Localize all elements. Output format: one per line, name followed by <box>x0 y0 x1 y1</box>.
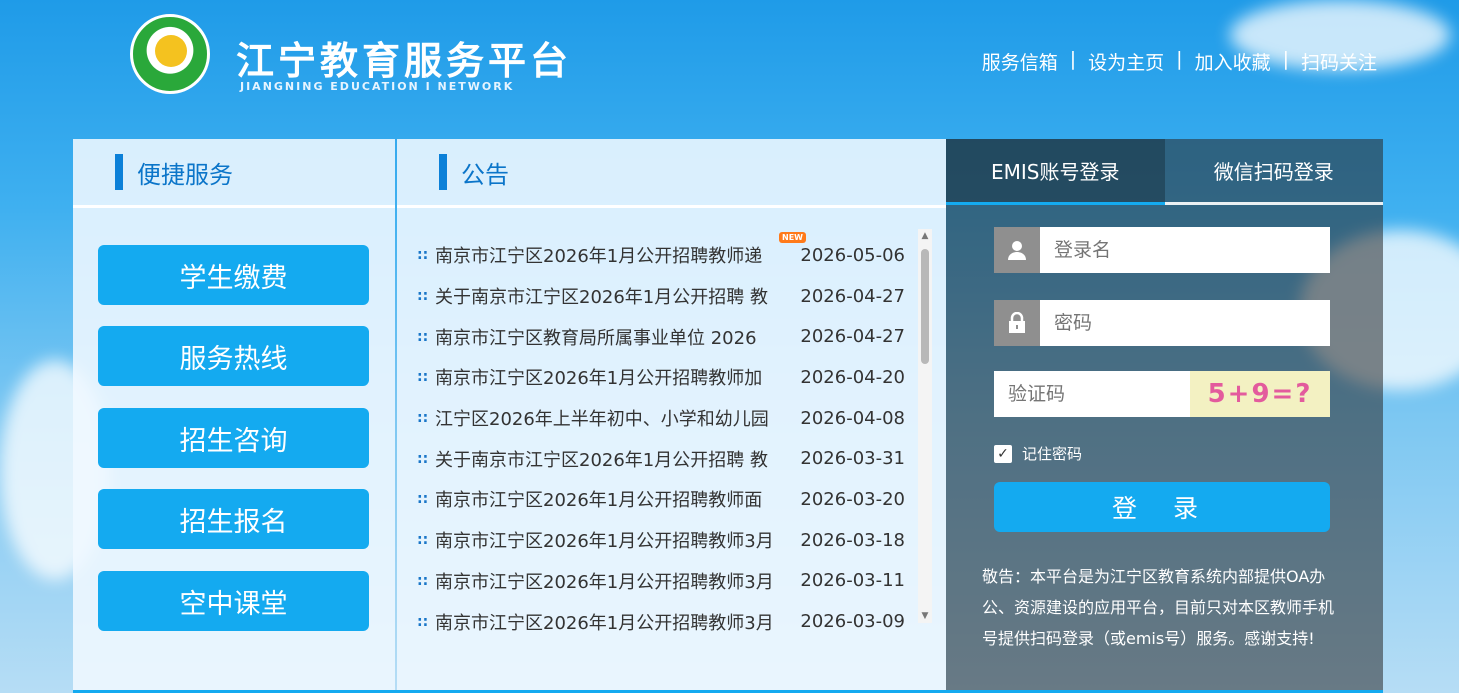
username-field <box>994 226 1330 274</box>
site-subtitle: JIANGNING EDUCATION I NETWORK <box>240 80 515 93</box>
announcement-title[interactable]: 关于南京市江宁区2026年1月公开招聘 教 <box>435 446 795 472</box>
list-item[interactable]: :: 南京市江宁区2026年1月公开招聘教师加 2026-04-20 <box>417 357 905 398</box>
remember-label: 记住密码 <box>1022 445 1083 463</box>
username-input[interactable] <box>1040 226 1296 274</box>
bullet-icon: :: <box>417 450 429 467</box>
scroll-down-icon[interactable]: ▼ <box>918 609 932 623</box>
login-tabs: EMIS账号登录 微信扫码登录 <box>946 139 1383 205</box>
bullet-icon: :: <box>417 369 429 386</box>
announcement-list: :: 南京市江宁区2026年1月公开招聘教师递 2026-05-06 NEW :… <box>417 232 905 642</box>
announcement-title[interactable]: 南京市江宁区教育局所属事业单位 2026 <box>435 324 795 350</box>
list-item[interactable]: :: 江宁区2026年上半年初中、小学和幼儿园 2026-04-08 <box>417 398 905 439</box>
link-set-homepage[interactable]: 设为主页 <box>1088 48 1164 75</box>
list-item[interactable]: :: 南京市江宁区2026年1月公开招聘教师递 2026-05-06 NEW <box>417 232 905 276</box>
bullet-icon: :: <box>417 613 429 630</box>
bullet-icon: :: <box>417 491 429 508</box>
list-item[interactable]: :: 关于南京市江宁区2026年1月公开招聘 教 2026-04-27 <box>417 276 905 317</box>
announcement-title[interactable]: 南京市江宁区2026年1月公开招聘教师3月 <box>435 609 795 635</box>
list-item[interactable]: :: 关于南京市江宁区2026年1月公开招聘 教 2026-03-31 <box>417 438 905 479</box>
scroll-thumb[interactable] <box>921 249 929 364</box>
scroll-up-icon[interactable]: ▲ <box>918 229 932 243</box>
announcement-title[interactable]: 关于南京市江宁区2026年1月公开招聘 教 <box>435 283 795 309</box>
user-icon <box>994 227 1040 273</box>
announcements-panel: 公告 :: 南京市江宁区2026年1月公开招聘教师递 2026-05-06 NE… <box>397 139 946 693</box>
bullet-icon: :: <box>417 328 429 345</box>
announcement-date: 2026-03-20 <box>800 488 905 510</box>
password-field <box>994 299 1330 347</box>
tab-wechat-login[interactable]: 微信扫码登录 <box>1164 139 1383 205</box>
login-panel: EMIS账号登录 微信扫码登录 5+9=? ✓ 记住密码 登 录 敬告：本平台是… <box>946 139 1383 693</box>
captcha-image[interactable]: 5+9=? <box>1190 371 1330 417</box>
link-add-favorite[interactable]: 加入收藏 <box>1195 48 1271 75</box>
announcement-title[interactable]: 江宁区2026年上半年初中、小学和幼儿园 <box>435 405 795 431</box>
announcements-heading: 公告 <box>461 160 509 189</box>
enrollment-consult-button[interactable]: 招生咨询 <box>98 408 369 468</box>
link-separator: | <box>1069 48 1077 70</box>
site-header: 江宁教育服务平台 JIANGNING EDUCATION I NETWORK 服… <box>0 0 1459 138</box>
heading-bar <box>115 154 123 190</box>
list-item[interactable]: :: 南京市江宁区2026年1月公开招聘教师3月 2026-03-11 <box>417 561 905 602</box>
enrollment-register-button[interactable]: 招生报名 <box>98 489 369 549</box>
heading-bar <box>439 154 447 190</box>
site-title: 江宁教育服务平台 <box>236 39 573 83</box>
announcement-date: 2026-04-20 <box>800 366 905 388</box>
announcement-date: 2026-03-31 <box>800 448 905 470</box>
announcement-scrollbar[interactable]: ▲ ▼ <box>918 229 932 623</box>
announcement-title[interactable]: 南京市江宁区2026年1月公开招聘教师面 <box>435 486 795 512</box>
link-separator: | <box>1282 48 1289 70</box>
link-service-mailbox[interactable]: 服务信箱 <box>982 48 1058 75</box>
announcement-date: 2026-04-08 <box>800 407 905 429</box>
bullet-icon: :: <box>417 288 429 305</box>
quick-services-header: 便捷服务 <box>73 139 395 208</box>
announcement-date: 2026-04-27 <box>800 285 905 307</box>
tab-emis-login[interactable]: EMIS账号登录 <box>946 139 1165 205</box>
check-icon[interactable]: ✓ <box>994 444 1012 463</box>
announcement-title[interactable]: 南京市江宁区2026年1月公开招聘教师3月 <box>435 527 795 553</box>
bullet-icon: :: <box>417 572 429 589</box>
link-scan-follow[interactable]: 扫码关注 <box>1301 48 1377 75</box>
login-button[interactable]: 登 录 <box>994 482 1330 532</box>
quick-services-panel: 便捷服务 学生缴费 服务热线 招生咨询 招生报名 空中课堂 <box>73 139 395 693</box>
bullet-icon: :: <box>417 410 429 427</box>
list-item[interactable]: :: 南京市江宁区2026年1月公开招聘教师3月 2026-03-09 <box>417 601 905 642</box>
announcement-date: 2026-03-09 <box>800 611 905 633</box>
announcement-date: 2026-04-27 <box>800 326 905 348</box>
link-separator: | <box>1176 48 1183 70</box>
login-notice: 敬告：本平台是为江宁区教育系统内部提供OA办公、资源建设的应用平台，目前只对本区… <box>982 567 1335 648</box>
service-hotline-button[interactable]: 服务热线 <box>98 326 369 386</box>
bullet-icon: :: <box>417 532 429 549</box>
list-item[interactable]: :: 南京市江宁区2026年1月公开招聘教师面 2026-03-20 <box>417 479 905 520</box>
top-links: 服务信箱 | 设为主页 | 加入收藏 | 扫码关注 <box>982 48 1377 75</box>
announcement-date: 2026-05-06 <box>800 244 905 266</box>
logo-icon[interactable] <box>130 14 210 94</box>
announcement-title[interactable]: 南京市江宁区2026年1月公开招聘教师3月 <box>435 568 795 594</box>
announcements-header: 公告 <box>397 139 946 208</box>
announcement-title[interactable]: 南京市江宁区2026年1月公开招聘教师加 <box>435 364 795 390</box>
remember-password[interactable]: ✓ 记住密码 <box>994 443 1082 464</box>
list-item[interactable]: :: 南京市江宁区教育局所属事业单位 2026 2026-04-27 <box>417 316 905 357</box>
list-item[interactable]: :: 南京市江宁区2026年1月公开招聘教师3月 2026-03-18 <box>417 520 905 561</box>
captcha-input[interactable] <box>994 370 1190 418</box>
student-payment-button[interactable]: 学生缴费 <box>98 245 369 305</box>
announcement-date: 2026-03-11 <box>800 570 905 592</box>
logo-emblem <box>155 35 187 67</box>
password-input[interactable] <box>1040 299 1296 347</box>
announcement-date: 2026-03-18 <box>800 529 905 551</box>
air-classroom-button[interactable]: 空中课堂 <box>98 571 369 631</box>
bullet-icon: :: <box>417 247 429 264</box>
new-badge: NEW <box>779 232 806 243</box>
lock-icon <box>994 300 1040 346</box>
captcha-field: 5+9=? <box>994 370 1330 418</box>
announcement-title[interactable]: 南京市江宁区2026年1月公开招聘教师递 <box>435 242 795 268</box>
quick-services-heading: 便捷服务 <box>137 160 233 189</box>
